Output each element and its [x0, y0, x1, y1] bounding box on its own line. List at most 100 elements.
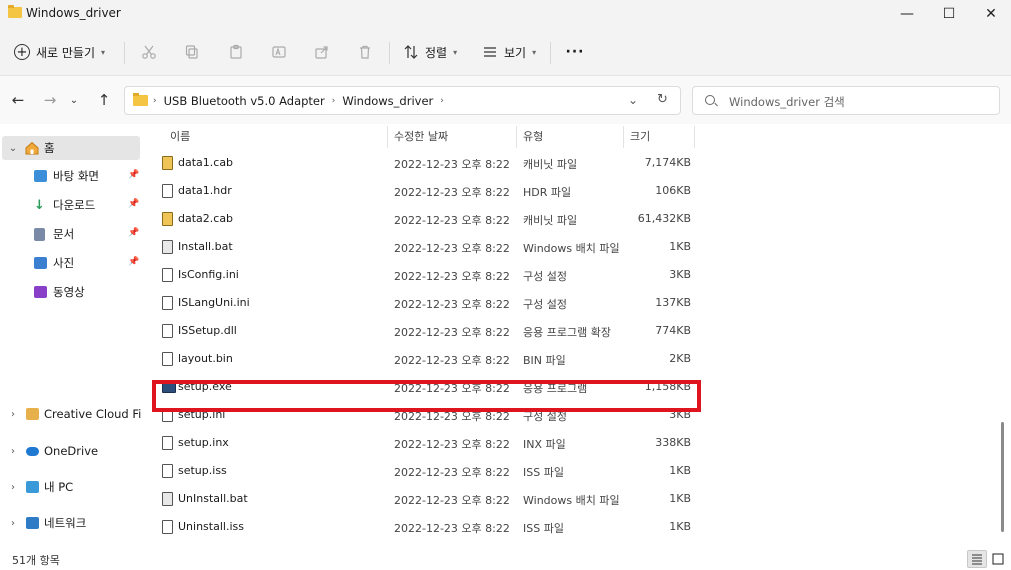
view-list-icon	[484, 47, 496, 57]
arrow-right-icon: →	[43, 91, 57, 109]
bat-file-icon	[162, 492, 173, 506]
file-date: 2022-12-23 오후 8:22	[394, 438, 510, 451]
network-icon	[26, 517, 39, 529]
close-button[interactable]: ✕	[968, 0, 1011, 28]
pin-icon[interactable]: 📌	[128, 199, 139, 209]
chevron-right-icon: ›	[153, 96, 157, 106]
maximize-button[interactable]: ☐	[926, 0, 972, 28]
table-row[interactable]: data1.cab 2022-12-23 오후 8:22 캐비닛 파일 7,174KB	[144, 149, 704, 177]
folder-icon	[8, 5, 22, 18]
tiles-view-icon	[992, 553, 1004, 565]
more-options-button[interactable]: ···	[564, 41, 586, 63]
file-date: 2022-12-23 오후 8:22	[394, 158, 510, 171]
pin-icon[interactable]: 📌	[128, 257, 139, 267]
sidebar-item-label: 내 PC	[44, 480, 74, 494]
table-row[interactable]: data1.hdr 2022-12-23 오후 8:22 HDR 파일 106KB	[144, 177, 704, 205]
sort-button[interactable]: 정렬 ▾	[403, 41, 457, 63]
chevron-right-icon[interactable]: ›	[6, 482, 20, 493]
view-button[interactable]: 보기 ▾	[482, 41, 536, 63]
address-bar[interactable]: › USB Bluetooth v5.0 Adapter › Windows_d…	[124, 86, 681, 115]
sidebar-item-label: OneDrive	[44, 444, 99, 458]
table-row[interactable]: setup.inx 2022-12-23 오후 8:22 INX 파일 338KB	[144, 429, 704, 457]
vertical-scrollbar[interactable]	[998, 124, 1008, 546]
delete-button[interactable]	[354, 41, 376, 63]
file-date: 2022-12-23 오후 8:22	[394, 494, 510, 507]
table-row[interactable]: setup.ini 2022-12-23 오후 8:22 구성 설정 3KB	[144, 401, 704, 429]
file-size: 106KB	[655, 184, 691, 197]
sidebar-item-network[interactable]: › 네트워크	[0, 512, 142, 534]
file-type: 응용 프로그램	[523, 382, 588, 395]
clipboard-icon	[230, 44, 242, 59]
search-input[interactable]: Windows_driver 검색	[692, 86, 1000, 115]
file-file-icon	[162, 520, 173, 534]
table-row[interactable]: ISSetup.dll 2022-12-23 오후 8:22 응용 프로그램 확장 7…	[144, 317, 704, 345]
cut-button[interactable]	[138, 41, 160, 63]
file-date: 2022-12-23 오후 8:22	[394, 270, 510, 283]
creative-cloud-folder-icon	[26, 408, 39, 420]
file-type: ISS 파일	[523, 522, 564, 535]
tiles-view-button[interactable]	[988, 550, 1008, 568]
table-row[interactable]: IsConfig.ini 2022-12-23 오후 8:22 구성 설정 3KB	[144, 261, 704, 289]
up-button[interactable]: ↑	[94, 90, 114, 110]
forward-button[interactable]: →	[40, 90, 60, 110]
file-size: 338KB	[655, 436, 691, 449]
sidebar-item-home-row[interactable]: ⌄ 홈	[0, 137, 142, 159]
share-button[interactable]	[311, 41, 333, 63]
file-size: 774KB	[655, 324, 691, 337]
table-row[interactable]: Install.bat 2022-12-23 오후 8:22 Windows 배치 …	[144, 233, 704, 261]
sidebar-item-desktop[interactable]: 바탕 화면 📌	[0, 165, 142, 187]
new-button-label: 새로 만들기	[36, 45, 96, 60]
chevron-right-icon[interactable]: ›	[6, 518, 20, 529]
file-type: BIN 파일	[523, 354, 566, 367]
breadcrumb-item[interactable]: Windows_driver	[342, 94, 433, 108]
file-name: data1.hdr	[178, 184, 232, 197]
pin-icon[interactable]: 📌	[128, 170, 139, 180]
download-icon: ↓	[34, 197, 45, 213]
chevron-down-icon[interactable]: ⌄	[6, 143, 20, 154]
details-view-button[interactable]	[967, 550, 987, 568]
picture-icon	[34, 257, 47, 269]
cloud-icon	[26, 446, 39, 456]
chevron-right-icon[interactable]: ›	[6, 446, 20, 457]
paste-button[interactable]	[225, 41, 247, 63]
rename-button[interactable]	[268, 41, 290, 63]
copy-button[interactable]	[181, 41, 203, 63]
sidebar-item-documents[interactable]: 문서 📌	[0, 223, 142, 245]
minimize-button[interactable]: —	[884, 0, 930, 28]
copy-icon	[185, 45, 198, 59]
rename-icon	[272, 46, 286, 58]
table-row[interactable]: data2.cab 2022-12-23 오후 8:22 캐비닛 파일 61,432K…	[144, 205, 704, 233]
table-row[interactable]: Uninstall.iss 2022-12-23 오후 8:22 ISS 파일 1KB	[144, 513, 704, 541]
sidebar-item-downloads[interactable]: ↓ 다운로드 📌	[0, 194, 142, 216]
table-row[interactable]: ISLangUni.ini 2022-12-23 오후 8:22 구성 설정 137K…	[144, 289, 704, 317]
file-type: 캐비닛 파일	[523, 158, 578, 171]
sidebar-item-videos[interactable]: 동영상	[0, 281, 142, 303]
breadcrumb-item[interactable]: USB Bluetooth v5.0 Adapter	[164, 94, 325, 108]
sidebar-item-creative-cloud[interactable]: › Creative Cloud Files	[0, 403, 142, 425]
new-button[interactable]: + 새로 만들기 ▾	[14, 40, 105, 64]
share-icon	[315, 46, 328, 59]
file-type: Windows 배치 파일	[523, 494, 620, 507]
file-type: 캐비닛 파일	[523, 214, 578, 227]
sidebar-item-onedrive[interactable]: › OneDrive	[0, 440, 142, 462]
sidebar-item-label: 다운로드	[53, 198, 96, 212]
sidebar-item-pictures[interactable]: 사진 📌	[0, 252, 142, 274]
pin-icon[interactable]: 📌	[128, 228, 139, 238]
command-bar: + 새로 만들기 ▾ 정렬 ▾ 보기 ▾ ···	[0, 28, 1011, 76]
scrollbar-thumb[interactable]	[1001, 422, 1004, 532]
recent-locations-button[interactable]: ⌄	[64, 90, 84, 110]
sidebar-item-this-pc[interactable]: › 내 PC	[0, 476, 142, 498]
chevron-right-icon[interactable]: ›	[6, 409, 20, 420]
file-date: 2022-12-23 오후 8:22	[394, 214, 510, 227]
sidebar-item-label: 네트워크	[44, 516, 87, 530]
back-button[interactable]: ←	[8, 90, 28, 110]
column-label: 이름	[170, 130, 191, 143]
table-row[interactable]: setup.exe 2022-12-23 오후 8:22 응용 프로그램 1,158K…	[144, 373, 704, 401]
table-row[interactable]: layout.bin 2022-12-23 오후 8:22 BIN 파일 2KB	[144, 345, 704, 373]
file-size: 1,158KB	[644, 380, 691, 393]
file-name: setup.inx	[178, 436, 229, 449]
refresh-icon[interactable]: ↻	[657, 92, 668, 107]
address-history-icon[interactable]: ⌄	[628, 93, 638, 107]
table-row[interactable]: UnInstall.bat 2022-12-23 오후 8:22 Windows 배…	[144, 485, 704, 513]
table-row[interactable]: setup.iss 2022-12-23 오후 8:22 ISS 파일 1KB	[144, 457, 704, 485]
